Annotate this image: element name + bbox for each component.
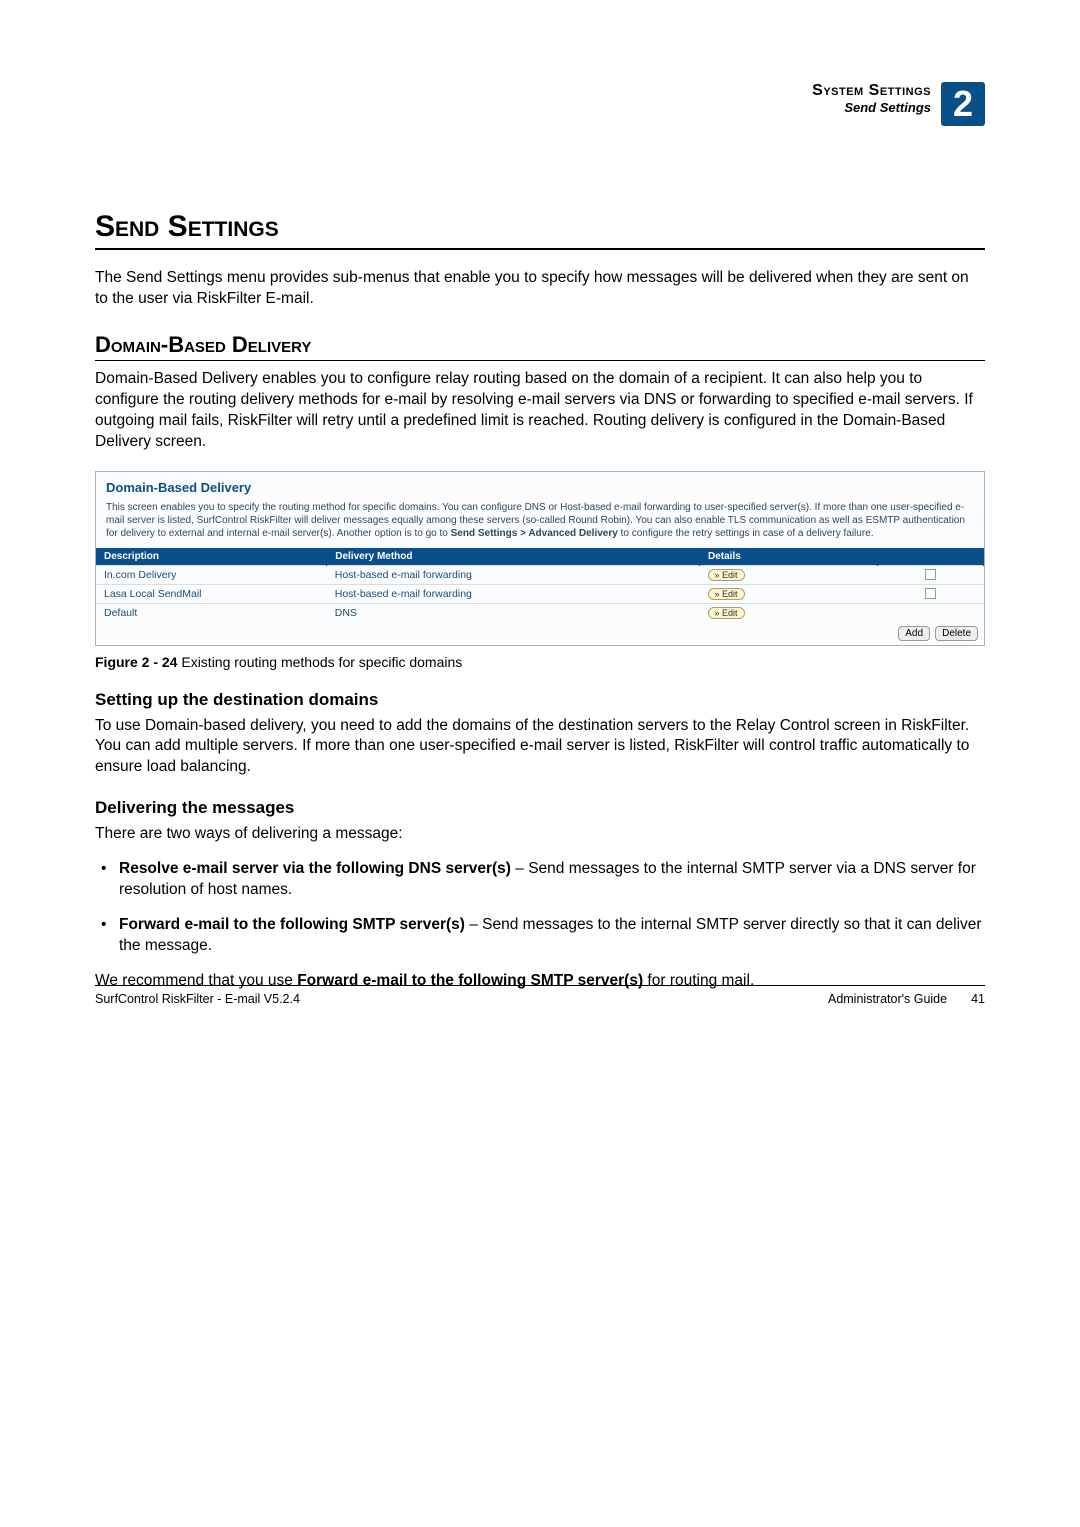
row-description: Lasa Local SendMail bbox=[96, 584, 327, 603]
header-section: Send Settings bbox=[812, 100, 931, 115]
footer-guide-label: Administrator's Guide bbox=[828, 992, 947, 1006]
footer-left: SurfControl RiskFilter - E-mail V5.2.4 bbox=[95, 992, 300, 1006]
row-method: Host-based e-mail forwarding bbox=[327, 584, 700, 603]
bullet-lead: Forward e-mail to the following SMTP ser… bbox=[119, 916, 465, 933]
domain-delivery-screenshot: Domain-Based Delivery This screen enable… bbox=[95, 471, 985, 646]
row-description: In.com Delivery bbox=[96, 565, 327, 584]
chapter-number-badge: 2 bbox=[941, 82, 985, 126]
page-header: System Settings Send Settings 2 bbox=[812, 82, 985, 126]
row-select bbox=[877, 603, 984, 622]
row-select bbox=[877, 565, 984, 584]
figure-caption-text: Existing routing methods for specific do… bbox=[181, 654, 462, 670]
delivery-options-list: Resolve e-mail server via the following … bbox=[95, 859, 985, 957]
figure-caption-prefix: Figure 2 - 24 bbox=[95, 654, 181, 670]
row-details: » Edit bbox=[700, 584, 878, 603]
row-checkbox[interactable] bbox=[925, 588, 936, 599]
row-details: » Edit bbox=[700, 603, 878, 622]
panel-desc-bold: Send Settings > Advanced Delivery bbox=[451, 528, 618, 539]
row-select bbox=[877, 584, 984, 603]
edit-button[interactable]: » Edit bbox=[708, 588, 745, 600]
table-row: In.com Delivery Host-based e-mail forwar… bbox=[96, 565, 984, 584]
intro-paragraph: The Send Settings menu provides sub-menu… bbox=[95, 268, 985, 310]
edit-button[interactable]: » Edit bbox=[708, 607, 745, 619]
row-description: Default bbox=[96, 603, 327, 622]
edit-button[interactable]: » Edit bbox=[708, 569, 745, 581]
col-details: Details bbox=[700, 548, 878, 566]
delivering-intro: There are two ways of delivering a messa… bbox=[95, 824, 985, 845]
panel-footer: Add Delete bbox=[96, 622, 984, 645]
col-delivery-method: Delivery Method bbox=[327, 548, 700, 566]
section-heading-domain: Domain-Based Delivery bbox=[95, 332, 985, 361]
subheading-delivering: Delivering the messages bbox=[95, 798, 985, 818]
routing-table: Description Delivery Method Details In.c… bbox=[96, 548, 984, 622]
list-item: Forward e-mail to the following SMTP ser… bbox=[95, 915, 985, 957]
add-button[interactable]: Add bbox=[898, 626, 930, 641]
col-select bbox=[877, 548, 984, 566]
footer-right: Administrator's Guide 41 bbox=[828, 992, 985, 1006]
panel-title: Domain-Based Delivery bbox=[96, 472, 984, 501]
table-row: Lasa Local SendMail Host-based e-mail fo… bbox=[96, 584, 984, 603]
delete-button[interactable]: Delete bbox=[935, 626, 978, 641]
figure-caption: Figure 2 - 24 Existing routing methods f… bbox=[95, 654, 985, 670]
panel-desc-post: to configure the retry settings in case … bbox=[618, 528, 874, 539]
subheading-setup-domains: Setting up the destination domains bbox=[95, 690, 985, 710]
page-body: Send Settings The Send Settings menu pro… bbox=[95, 210, 985, 992]
domain-paragraph: Domain-Based Delivery enables you to con… bbox=[95, 369, 985, 453]
row-checkbox[interactable] bbox=[925, 569, 936, 580]
page-footer: SurfControl RiskFilter - E-mail V5.2.4 A… bbox=[95, 985, 985, 1006]
page-title: Send Settings bbox=[95, 210, 985, 250]
header-text-block: System Settings Send Settings bbox=[812, 82, 931, 115]
header-category: System Settings bbox=[812, 82, 931, 100]
bullet-lead: Resolve e-mail server via the following … bbox=[119, 860, 511, 877]
panel-description: This screen enables you to specify the r… bbox=[96, 501, 984, 548]
table-row: Default DNS » Edit bbox=[96, 603, 984, 622]
row-method: Host-based e-mail forwarding bbox=[327, 565, 700, 584]
row-method: DNS bbox=[327, 603, 700, 622]
setup-domains-paragraph: To use Domain-based delivery, you need t… bbox=[95, 716, 985, 779]
col-description: Description bbox=[96, 548, 327, 566]
list-item: Resolve e-mail server via the following … bbox=[95, 859, 985, 901]
row-details: » Edit bbox=[700, 565, 878, 584]
footer-page-number: 41 bbox=[971, 992, 985, 1006]
